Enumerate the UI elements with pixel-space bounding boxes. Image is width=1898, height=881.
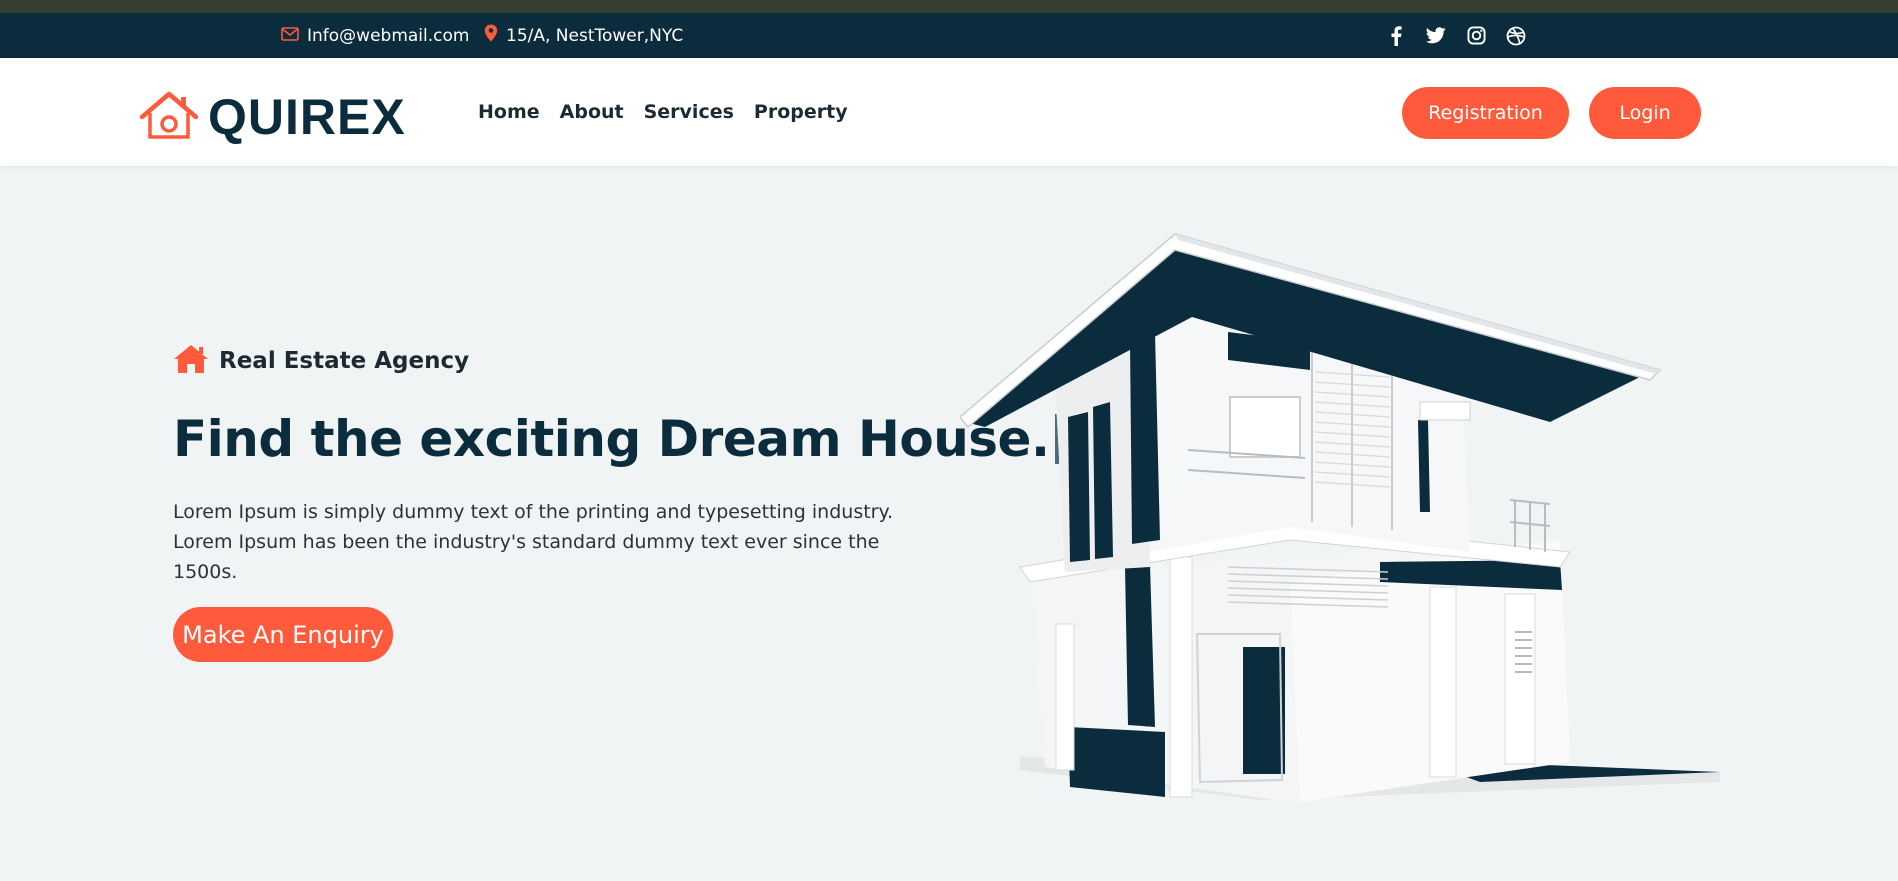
hero-tag-label: Real Estate Agency [219, 348, 470, 374]
social-links [1386, 13, 1526, 58]
nav-services[interactable]: Services [644, 101, 734, 123]
top-info-bar: Info@webmail.com 15/A, NestTower,NYC [0, 13, 1898, 58]
address-contact: 15/A, NestTower,NYC [484, 13, 683, 58]
home-icon [173, 344, 209, 378]
twitter-icon[interactable] [1426, 26, 1446, 46]
map-pin-icon [484, 24, 498, 47]
email-text: Info@webmail.com [307, 25, 470, 46]
login-button[interactable]: Login [1589, 87, 1701, 139]
house-illustration [960, 233, 1720, 802]
site-logo[interactable]: QUIREX [139, 88, 406, 146]
email-contact[interactable]: Info@webmail.com [281, 13, 469, 58]
make-enquiry-button[interactable]: Make An Enquiry [173, 607, 393, 662]
top-stripe [0, 0, 1898, 13]
hero-title: Find the exciting Dream House. [173, 410, 1060, 468]
instagram-icon[interactable] [1466, 26, 1486, 46]
address-text: 15/A, NestTower,NYC [506, 25, 684, 46]
brand-name: QUIREX [208, 89, 406, 145]
facebook-icon[interactable] [1386, 25, 1406, 46]
hero-tag: Real Estate Agency [173, 344, 469, 378]
house-logo-icon [139, 91, 199, 143]
main-navbar: QUIREX Home About Services Property Regi… [0, 58, 1898, 166]
nav-about[interactable]: About [560, 101, 624, 123]
mail-icon [281, 26, 299, 46]
hero-description: Lorem Ipsum is simply dummy text of the … [173, 501, 894, 583]
main-menu: Home About Services Property [478, 58, 848, 166]
dribbble-icon[interactable] [1506, 26, 1526, 46]
registration-button[interactable]: Registration [1402, 87, 1569, 139]
nav-property[interactable]: Property [754, 101, 848, 123]
nav-home[interactable]: Home [478, 101, 540, 123]
hero-title-text: Find the exciting Dream House. [173, 410, 1050, 468]
